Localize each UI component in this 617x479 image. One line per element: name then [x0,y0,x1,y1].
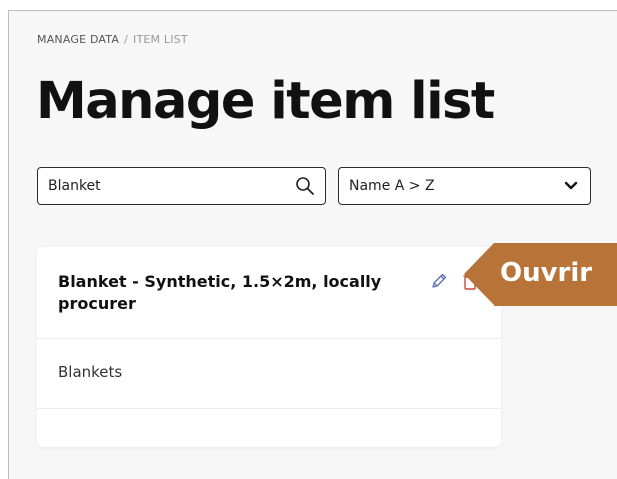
tooltip-label: Ouvrir [500,258,593,288]
sort-select[interactable]: Name A > Z [338,167,591,205]
search-box[interactable] [37,167,326,205]
item-card: Blanket - Synthetic, 1.5×2m, locally pro… [37,247,501,447]
chevron-down-icon [564,181,578,190]
pencil-icon[interactable] [430,272,448,290]
search-input[interactable] [48,168,278,204]
open-tooltip[interactable]: Ouvrir [464,243,617,306]
item-title: Blanket - Synthetic, 1.5×2m, locally pro… [58,272,382,313]
tooltip-arrow [464,243,494,305]
breadcrumb: MANAGE DATA / ITEM LIST [37,33,188,46]
search-icon[interactable] [295,176,315,196]
card-divider [37,408,501,409]
tooltip-body: Ouvrir [494,243,617,306]
app-frame: MANAGE DATA / ITEM LIST Manage item list N… [8,10,617,479]
breadcrumb-current: ITEM LIST [133,33,188,46]
item-category: Blankets [58,363,123,381]
breadcrumb-manage-data[interactable]: MANAGE DATA [37,33,119,46]
breadcrumb-separator: / [124,33,128,46]
item-card-header: Blanket - Synthetic, 1.5×2m, locally pro… [37,247,501,339]
sort-selected-value: Name A > Z [349,178,435,194]
page-title: Manage item list [36,72,495,131]
